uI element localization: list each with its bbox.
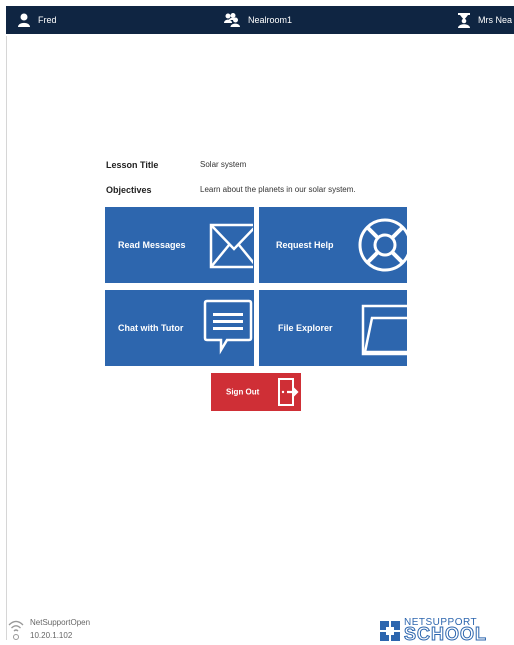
sign-out-button[interactable]: Sign Out xyxy=(211,373,301,411)
request-help-label: Request Help xyxy=(276,240,334,250)
objectives-label: Objectives xyxy=(106,185,152,195)
lesson-title-label: Lesson Title xyxy=(106,160,159,170)
wifi-icon xyxy=(8,620,24,640)
student-info: Fred xyxy=(18,6,57,34)
objectives-value: Learn about the planets in our solar sys… xyxy=(200,185,356,194)
lifebuoy-icon xyxy=(358,218,407,272)
chat-with-tutor-label: Chat with Tutor xyxy=(118,323,184,333)
ip-address: 10.20.1.102 xyxy=(30,631,73,640)
room-name: Nealroom1 xyxy=(248,15,293,25)
teacher-icon xyxy=(458,12,470,28)
chat-with-tutor-button[interactable]: Chat with Tutor xyxy=(105,290,254,366)
group-icon xyxy=(224,13,240,27)
lesson-title-value: Solar system xyxy=(200,160,247,169)
envelope-icon xyxy=(209,223,253,269)
student-name: Fred xyxy=(38,15,57,25)
top-bar: Fred Nealroom1 Mrs Nea xyxy=(6,6,514,34)
teacher-info: Mrs Nea xyxy=(458,6,512,34)
logo-mark-icon xyxy=(380,621,400,641)
room-info: Nealroom1 xyxy=(224,6,292,34)
sign-out-label: Sign Out xyxy=(226,387,260,397)
teacher-name: Mrs Nea xyxy=(478,15,513,25)
exit-door-icon xyxy=(278,378,299,406)
file-explorer-button[interactable]: File Explorer xyxy=(259,290,407,366)
read-messages-button[interactable]: Read Messages xyxy=(105,207,254,283)
read-messages-label: Read Messages xyxy=(118,240,186,250)
file-explorer-label: File Explorer xyxy=(278,323,333,333)
user-icon xyxy=(18,13,30,27)
request-help-button[interactable]: Request Help xyxy=(259,207,407,283)
netsupport-school-logo: NETSUPPORT SCHOOL xyxy=(380,617,508,645)
folder-icon xyxy=(361,304,407,356)
network-name: NetSupportOpen xyxy=(30,618,91,627)
chat-bubble-icon xyxy=(203,299,253,355)
left-border xyxy=(6,36,7,640)
